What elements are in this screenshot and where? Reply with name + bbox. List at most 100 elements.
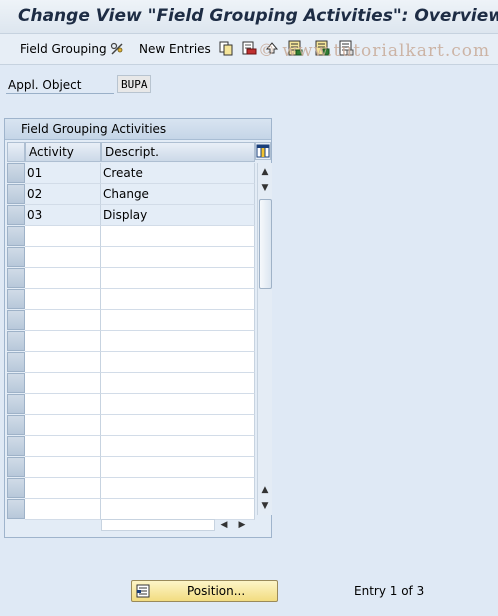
vertical-scrollbar[interactable]: ▲ ▼ ▲ ▼ (257, 163, 272, 515)
cell-description[interactable] (101, 226, 255, 247)
position-button[interactable]: Position... (131, 580, 278, 602)
cell-activity[interactable] (25, 373, 101, 394)
table-row[interactable] (7, 415, 255, 436)
table-row[interactable] (7, 394, 255, 415)
row-selector[interactable] (7, 226, 25, 246)
table-row[interactable]: 02 Change (7, 184, 255, 205)
copy-icon[interactable] (218, 40, 234, 56)
cell-activity[interactable] (25, 457, 101, 478)
cell-description[interactable] (101, 331, 255, 352)
table-row[interactable] (7, 226, 255, 247)
row-selector[interactable] (7, 205, 25, 225)
table-row[interactable]: 01 Create (7, 163, 255, 184)
row-selector[interactable] (7, 289, 25, 309)
field-grouping-button[interactable]: Field Grouping (20, 42, 107, 56)
cell-activity[interactable] (25, 268, 101, 289)
column-settings-button[interactable] (255, 142, 271, 160)
cell-description[interactable] (101, 310, 255, 331)
cell-activity[interactable] (25, 226, 101, 247)
cell-description[interactable] (101, 499, 255, 520)
cell-activity[interactable]: 03 (25, 205, 101, 226)
cell-activity[interactable] (25, 289, 101, 310)
row-selector[interactable] (7, 184, 25, 204)
scroll-left-icon[interactable]: ◀ (217, 518, 231, 532)
cell-activity[interactable] (25, 331, 101, 352)
cell-activity[interactable] (25, 436, 101, 457)
row-selector[interactable] (7, 478, 25, 498)
row-selector[interactable] (7, 373, 25, 393)
horizontal-scroll-track[interactable] (101, 519, 215, 531)
cell-description[interactable] (101, 436, 255, 457)
scroll-up-icon[interactable]: ▲ (259, 165, 271, 179)
table-row[interactable] (7, 499, 255, 520)
row-selector[interactable] (7, 499, 25, 519)
row-selector[interactable] (7, 394, 25, 414)
cell-activity[interactable] (25, 247, 101, 268)
cell-description[interactable]: Display (101, 205, 255, 226)
table-row[interactable] (7, 436, 255, 457)
row-selector[interactable] (7, 415, 25, 435)
scroll-page-down-icon[interactable]: ▼ (259, 499, 271, 513)
position-icon (136, 584, 150, 598)
cell-description[interactable] (101, 394, 255, 415)
row-selector[interactable] (7, 436, 25, 456)
cell-description[interactable] (101, 373, 255, 394)
new-entries-button[interactable]: New Entries (139, 42, 211, 56)
row-selector[interactable] (7, 163, 25, 183)
delete-icon[interactable] (241, 40, 257, 56)
edit-glasses-icon[interactable] (109, 40, 125, 56)
row-selector[interactable] (7, 331, 25, 351)
label-underline (6, 93, 114, 94)
cell-activity[interactable] (25, 394, 101, 415)
entry-counter: Entry 1 of 3 (354, 584, 425, 598)
cell-activity[interactable]: 02 (25, 184, 101, 205)
cell-description[interactable] (101, 352, 255, 373)
column-header-description[interactable]: Descript. (101, 142, 255, 162)
table-title: Field Grouping Activities (21, 122, 167, 136)
cell-description[interactable]: Create (101, 163, 255, 184)
row-selector[interactable] (7, 310, 25, 330)
table-row[interactable] (7, 268, 255, 289)
cell-description[interactable] (101, 247, 255, 268)
table-row[interactable]: 03 Display (7, 205, 255, 226)
table-row[interactable] (7, 478, 255, 499)
cell-description[interactable] (101, 478, 255, 499)
scroll-right-icon[interactable]: ▶ (235, 518, 249, 532)
scroll-down-icon[interactable]: ▼ (259, 181, 271, 195)
cell-description[interactable] (101, 268, 255, 289)
table-row[interactable] (7, 247, 255, 268)
select-all-header-cell[interactable] (7, 142, 25, 162)
cell-activity[interactable] (25, 478, 101, 499)
scroll-thumb[interactable] (259, 199, 272, 289)
page-title: Change View "Field Grouping Activities":… (18, 6, 498, 26)
appl-object-field[interactable]: BUPA (117, 75, 151, 93)
row-selector[interactable] (7, 268, 25, 288)
cell-description[interactable] (101, 457, 255, 478)
table-row[interactable] (7, 373, 255, 394)
cell-activity[interactable]: 01 (25, 163, 101, 184)
row-selector[interactable] (7, 247, 25, 267)
appl-object-label: Appl. Object (8, 78, 82, 92)
cell-description[interactable] (101, 415, 255, 436)
table-row[interactable] (7, 352, 255, 373)
horizontal-scrollbar[interactable]: ◀ ▶ (101, 518, 257, 532)
table-row[interactable] (7, 310, 255, 331)
column-header-activity[interactable]: Activity (25, 142, 101, 162)
table-row[interactable] (7, 289, 255, 310)
table-row[interactable] (7, 457, 255, 478)
cell-activity[interactable] (25, 310, 101, 331)
scroll-page-up-icon[interactable]: ▲ (259, 483, 271, 497)
row-selector[interactable] (7, 457, 25, 477)
table-title-bar: Field Grouping Activities (5, 119, 271, 140)
table-settings-icon (256, 144, 270, 158)
cell-activity[interactable] (25, 415, 101, 436)
position-button-label: Position... (187, 584, 246, 598)
row-selector[interactable] (7, 352, 25, 372)
cell-description[interactable] (101, 289, 255, 310)
title-bar: Change View "Field Grouping Activities":… (0, 0, 498, 34)
table-row[interactable] (7, 331, 255, 352)
cell-description[interactable]: Change (101, 184, 255, 205)
cell-activity[interactable] (25, 499, 101, 520)
cell-activity[interactable] (25, 352, 101, 373)
watermark-text: © www.tutorialkart.com (258, 41, 491, 61)
